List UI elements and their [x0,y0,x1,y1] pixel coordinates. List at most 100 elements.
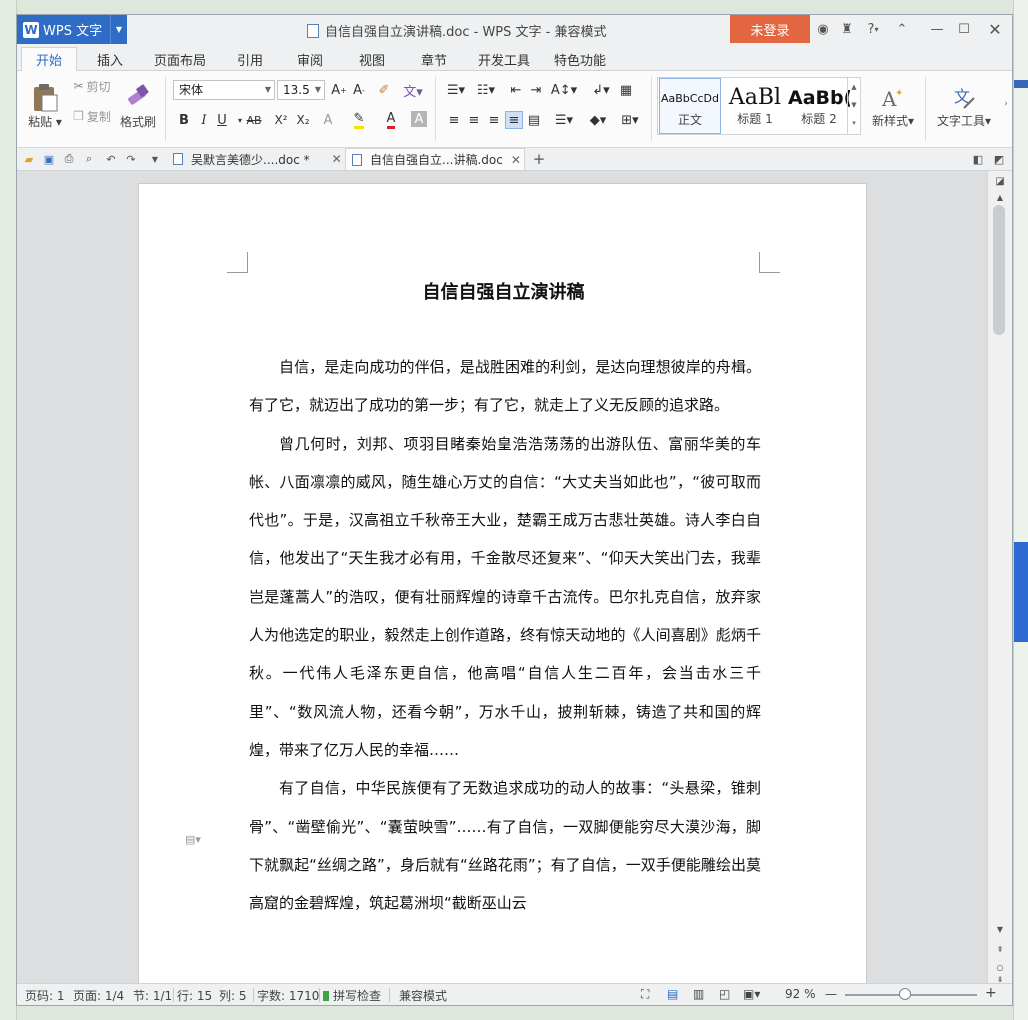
tab-insert[interactable]: 插入 [87,48,133,70]
previous-page-icon[interactable]: ⇞ [988,941,1012,957]
tab-page-layout[interactable]: 页面布局 [147,48,213,70]
open-icon[interactable]: ▰ [21,151,37,167]
browse-object-icon[interactable]: ○ [988,959,1012,975]
italic-button[interactable]: I [195,111,213,129]
close-icon[interactable]: ✕ [332,152,342,166]
line-spacing-icon[interactable]: ☰▾ [551,111,577,129]
save-icon[interactable]: ▣ [41,151,57,167]
help-button[interactable]: ? ▾ [863,20,883,38]
chinese-layout-icon[interactable]: A↕▾ [551,81,577,99]
scroll-down-icon[interactable]: ▼ [988,921,1012,937]
status-page-number[interactable]: 页码: 1 [25,987,65,1004]
status-column[interactable]: 列: 5 [219,987,247,1004]
chevron-down-icon[interactable]: ▼ [147,151,163,167]
borders-icon[interactable]: ⊞▾ [617,111,643,129]
document-area[interactable]: 自信自强自立演讲稿 自信，是走向成功的伴侣，是战胜困难的利剑，是达向理想彼岸的舟… [17,171,987,983]
justify-icon[interactable]: ≡ [505,111,523,129]
vertical-scrollbar[interactable]: ◪ ▲ ▼ ⇞ ○ ⇟ [987,171,1012,984]
close-icon[interactable]: ✕ [511,153,521,167]
tab-menu-icon[interactable]: ◩ [991,151,1007,167]
decrease-indent-icon[interactable]: ⇤ [507,81,525,99]
clear-format-icon[interactable]: ✐ [375,81,393,99]
zoom-out-icon[interactable]: — [825,987,837,1001]
outline-view-icon[interactable]: ▥ [693,987,704,1001]
superscript-button[interactable]: X² [271,111,291,129]
subscript-button[interactable]: X₂ [293,111,313,129]
tab-view[interactable]: 视图 [349,48,395,70]
tab-home[interactable]: 开始 [21,47,77,71]
minimize-icon[interactable]: — [929,20,945,38]
next-page-icon[interactable]: ⇟ [988,975,1012,984]
char-shading-icon[interactable]: A [411,111,427,127]
close-icon[interactable]: ✕ [987,20,1003,39]
align-left-icon[interactable]: ≡ [445,111,463,129]
text-effect-icon[interactable]: A [319,111,337,129]
format-painter-button[interactable]: 格式刷 [117,77,159,135]
status-row[interactable]: 行: 15 [177,987,212,1004]
document-page[interactable]: 自信自强自立演讲稿 自信，是走向成功的伴侣，是战胜困难的利剑，是达向理想彼岸的舟… [138,183,867,983]
numbering-icon[interactable]: ☷▾ [473,81,499,99]
doc-tab-active[interactable]: 自信自强自立...讲稿.doc ✕ [345,148,525,170]
phonetic-guide-icon[interactable]: 文▾ [401,81,425,100]
spell-check-toggle[interactable]: 拼写检查 [323,987,381,1004]
status-pages[interactable]: 页面: 1/4 [73,987,124,1004]
zoom-in-icon[interactable]: + [985,985,997,1001]
page-view-icon[interactable]: ▤ [667,987,678,1001]
paste-button[interactable]: 粘贴 ▾ [23,77,67,135]
new-style-button[interactable]: A ✦ 新样式▾ [867,77,919,135]
show-marks-icon[interactable]: ↲▾ [589,81,613,99]
style-heading-2[interactable]: AaBb( 标题 2 [788,78,850,134]
tab-review[interactable]: 审阅 [287,48,333,70]
undo-icon[interactable]: ↶ [103,151,119,167]
full-screen-icon[interactable]: ⛶ [641,987,649,1002]
shading-icon[interactable]: ◆▾ [585,111,611,129]
new-tab-icon[interactable]: + [531,150,547,168]
increase-indent-icon[interactable]: ⇥ [527,81,545,99]
table-icon[interactable]: ▦ [617,81,635,99]
feedback-icon[interactable]: ◉ [815,20,831,38]
cut-button[interactable]: ✂ 剪切 [69,77,115,95]
distributed-align-icon[interactable]: ▤ [525,111,543,129]
reading-view-icon[interactable]: ▣▾ [743,987,760,1001]
tab-references[interactable]: 引用 [227,48,273,70]
bold-button[interactable]: B [175,111,193,129]
web-view-icon[interactable]: ◰ [719,987,730,1001]
tab-features[interactable]: 特色功能 [547,48,613,70]
bullets-icon[interactable]: ☰▾ [443,81,469,99]
styles-scroll[interactable]: ▲ ▼ ▾ [847,78,860,134]
style-normal[interactable]: AaBbCcDd 正文 [659,78,721,134]
app-menu-button[interactable]: W WPS 文字 ▼ [17,15,127,44]
text-tools-button[interactable]: 文 文字工具▾ [931,77,997,135]
zoom-slider-thumb[interactable] [899,988,911,1000]
tab-developer[interactable]: 开发工具 [473,48,535,70]
chevron-right-icon[interactable]: › [1001,95,1011,113]
print-icon[interactable]: ⎙ [61,151,77,167]
font-name-select[interactable]: 宋体 ▼ [173,80,275,100]
scroll-up-icon[interactable]: ▲ [988,189,1012,205]
grow-font-icon[interactable]: A + [330,81,348,99]
split-view-icon[interactable]: ◪ [988,173,1012,189]
font-size-select[interactable]: 13.5 ▼ [277,80,325,100]
copy-button[interactable]: ❐ 复制 [69,107,115,125]
chevron-down-icon[interactable]: ▼ [110,15,127,44]
collapse-ribbon-icon[interactable]: ⌃ [894,20,910,38]
zoom-slider[interactable] [845,994,977,996]
skin-icon[interactable]: ♜ [839,20,855,38]
status-section[interactable]: 节: 1/1 [133,987,172,1004]
scroll-thumb[interactable] [993,205,1005,335]
print-preview-icon[interactable]: ⌕ [81,151,97,167]
style-heading-1[interactable]: AaBl 标题 1 [724,78,786,134]
login-button[interactable]: 未登录 [730,15,810,43]
redo-icon[interactable]: ↷ [123,151,139,167]
doc-tab[interactable]: 吴默言美德少....doc * ✕ [171,148,343,170]
status-word-count[interactable]: 字数: 1710 [257,987,319,1004]
tab-list-icon[interactable]: ◧ [970,151,986,167]
paragraph-marker-icon[interactable]: ▤▾ [185,833,201,846]
document-body[interactable]: 自信，是走向成功的伴侣，是战胜困难的利剑，是达向理想彼岸的舟楫。有了它，就迈出了… [249,348,761,922]
tab-sections[interactable]: 章节 [411,48,457,70]
font-color-icon[interactable]: A [379,111,403,129]
strikethrough-button[interactable]: AB [243,111,265,129]
maximize-icon[interactable]: ☐ [956,20,972,38]
zoom-value[interactable]: 92 % [785,987,816,1001]
align-right-icon[interactable]: ≡ [485,111,503,129]
